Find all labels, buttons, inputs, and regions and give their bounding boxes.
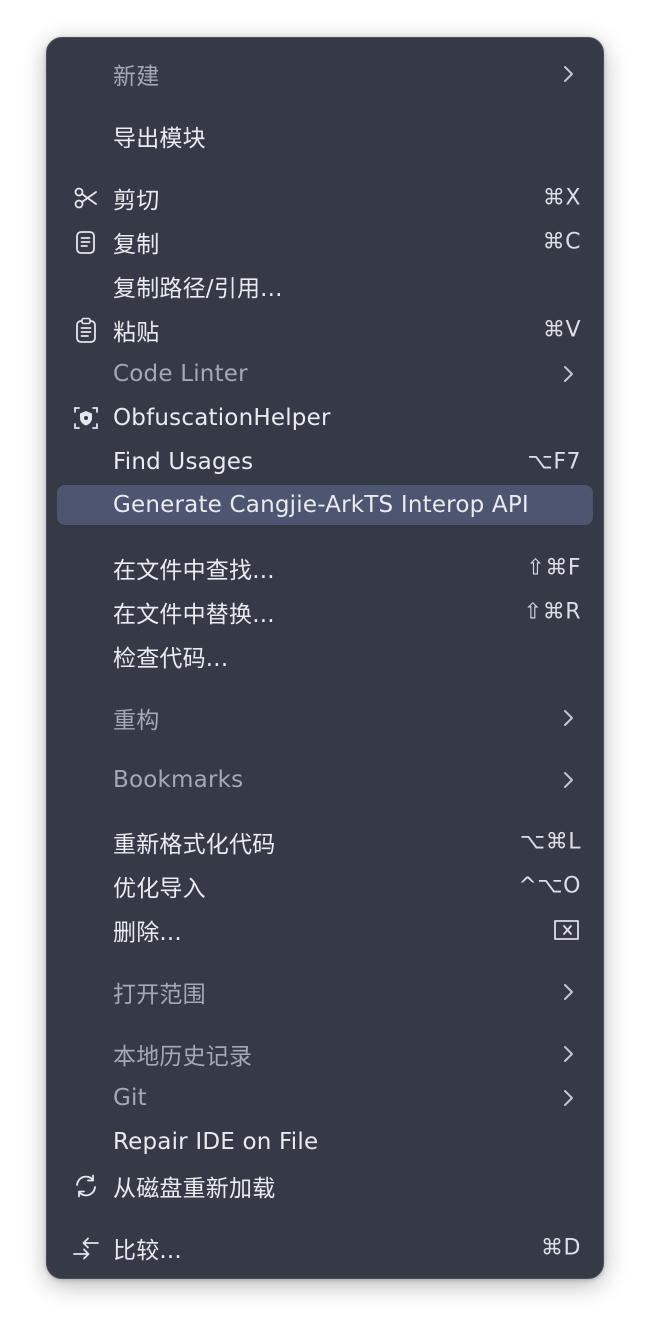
chevron-right-icon [561,1088,575,1108]
chevron-right-icon [561,364,575,384]
reload-icon [72,1172,100,1200]
menu-item-label: Find Usages [113,449,254,475]
chevron-right-icon [561,1044,575,1064]
menu-item-code-linter[interactable]: Code Linter [57,354,593,394]
menu-item-label: 导出模块 [113,126,206,152]
menu-item-cut[interactable]: 剪切 ⌘X [57,178,593,218]
chevron-right-icon [561,982,575,1002]
menu-item-label: 新建 [113,64,160,90]
menu-item-label: 剪切 [113,188,160,214]
menu-item-find-in-files[interactable]: 在文件中查找... ⇧⌘F [57,548,593,588]
menu-item-label: 优化导入 [113,876,206,902]
menu-item-git[interactable]: Git [57,1078,593,1118]
shortcut-label: ⌥⌘L [519,829,581,855]
shortcut-label: ⌘D [541,1235,581,1261]
menu-item-label: 本地历史记录 [113,1044,253,1070]
menu-item-label: 重构 [113,708,160,734]
menu-item-delete[interactable]: 删除... [57,910,593,950]
menu-item-label: 在文件中替换... [113,602,275,628]
menu-item-label: 重新格式化代码 [113,832,276,858]
menu-item-label: 删除... [113,920,182,946]
chevron-right-icon [561,64,575,84]
shortcut-label: ⌘V [542,317,581,343]
chevron-right-icon [561,708,575,728]
context-menu: 新建 导出模块 剪切 ⌘X 复制 ⌘C 复制路径/引用... 粘贴 ⌘V Cod… [46,37,604,1279]
menu-item-label: 从磁盘重新加载 [113,1176,276,1202]
menu-item-compare[interactable]: 比较... ⌘D [57,1228,593,1268]
menu-item-export-module[interactable]: 导出模块 [57,116,593,156]
copy-icon [72,228,100,256]
shortcut-label: ⇧⌘F [526,555,581,581]
shortcut-label: ⌘C [542,229,581,255]
menu-item-find-usages[interactable]: Find Usages ⌥F7 [57,442,593,482]
menu-item-optimize-imports[interactable]: 优化导入 ^⌥O [57,866,593,906]
menu-item-bookmarks[interactable]: Bookmarks [57,760,593,800]
scissors-icon [72,184,100,212]
menu-item-label: 比较... [113,1238,182,1264]
menu-item-new[interactable]: 新建 [57,54,593,94]
menu-item-label: ObfuscationHelper [113,405,331,431]
menu-item-label: Bookmarks [113,767,244,793]
menu-item-copy-path[interactable]: 复制路径/引用... [57,266,593,306]
shortcut-label: ^⌥O [518,873,581,899]
menu-item-generate-interop-api[interactable]: Generate Cangjie-ArkTS Interop API [57,485,593,525]
menu-item-local-history[interactable]: 本地历史记录 [57,1034,593,1074]
menu-item-label: 在文件中查找... [113,558,275,584]
menu-item-paste[interactable]: 粘贴 ⌘V [57,310,593,350]
menu-item-label: 复制路径/引用... [113,276,283,302]
menu-item-label: Code Linter [113,361,248,387]
shortcut-label: ⌥F7 [527,449,581,475]
shield-icon [72,404,100,432]
menu-item-label: Generate Cangjie-ArkTS Interop API [113,492,529,518]
delete-key-icon [551,919,581,941]
menu-item-replace-in-files[interactable]: 在文件中替换... ⇧⌘R [57,592,593,632]
menu-item-copy[interactable]: 复制 ⌘C [57,222,593,262]
menu-item-reformat-code[interactable]: 重新格式化代码 ⌥⌘L [57,822,593,862]
menu-item-label: 检查代码... [113,646,229,672]
chevron-right-icon [561,770,575,790]
menu-item-label: Git [113,1085,147,1111]
menu-item-inspect-code[interactable]: 检查代码... [57,636,593,676]
menu-item-repair-ide[interactable]: Repair IDE on File [57,1122,593,1162]
menu-item-refactor[interactable]: 重构 [57,698,593,738]
menu-item-label: 打开范围 [113,982,206,1008]
menu-item-reload-from-disk[interactable]: 从磁盘重新加载 [57,1166,593,1206]
menu-item-label: 粘贴 [113,320,160,346]
compare-icon [72,1234,100,1262]
paste-icon [72,316,100,344]
shortcut-label: ⇧⌘R [523,599,581,625]
menu-item-obfuscation-helper[interactable]: ObfuscationHelper [57,398,593,438]
menu-item-label: Repair IDE on File [113,1129,319,1155]
menu-item-label: 复制 [113,232,160,258]
menu-item-open-in[interactable]: 打开范围 [57,972,593,1012]
shortcut-label: ⌘X [542,185,581,211]
